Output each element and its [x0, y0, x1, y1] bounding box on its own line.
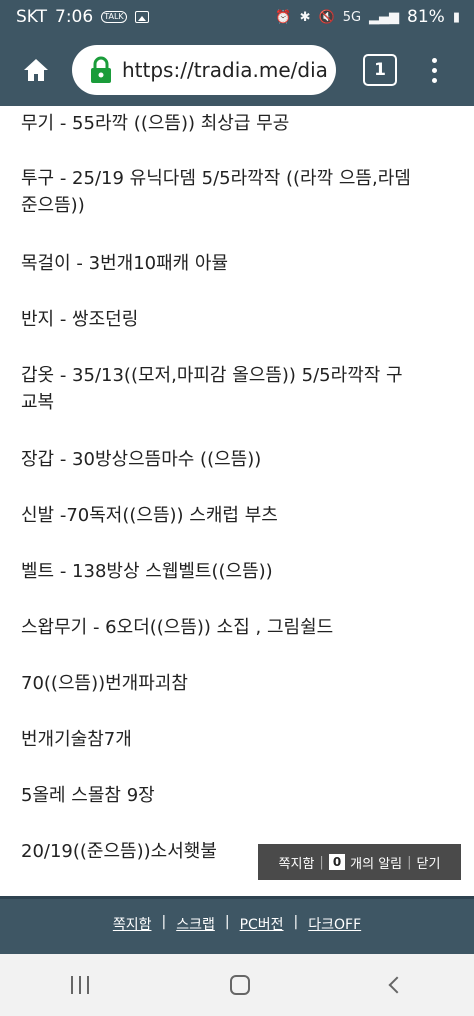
message-box-link[interactable]: 쪽지함 — [279, 853, 315, 872]
alarm-icon: ⏰ — [275, 9, 292, 25]
talk-notification-icon: TALK — [101, 11, 127, 23]
content-line: 신발 -70독저((으뜸)) 스캐럽 부츠 — [21, 505, 278, 526]
post-content: 무기 - 55라깍 ((으뜸)) 최상급 무공 투구 - 25/19 유닉다뎀 … — [0, 106, 474, 896]
tab-switcher-button[interactable]: 1 — [363, 54, 397, 86]
divider: | — [293, 914, 299, 930]
recent-apps-icon — [78, 976, 81, 994]
menu-button[interactable] — [419, 50, 449, 90]
url-text: https://tradia.me/dia — [122, 58, 328, 82]
back-button[interactable] — [388, 976, 406, 994]
recent-apps-icon — [86, 976, 89, 994]
content-line: 갑옷 - 35/13((모저,마피감 올으뜸)) 5/5라깍작 구 — [21, 365, 403, 386]
menu-dot-icon — [431, 57, 437, 63]
bluetooth-icon: ✱ — [299, 9, 311, 25]
notification-label[interactable]: 개의 알림 — [350, 853, 402, 872]
carrier-label: SKT — [16, 7, 48, 27]
clock: 7:06 — [55, 7, 94, 27]
network-type-icon: 5G — [342, 9, 362, 25]
content-line: 번개기술참7개 — [21, 729, 132, 750]
content-line: 준으뜸)) — [21, 195, 85, 216]
battery-level: 81% — [407, 7, 445, 27]
footer-link-dark-mode[interactable]: 다크OFF — [308, 914, 361, 954]
divider: | — [224, 914, 230, 930]
content-line: 스왑무기 - 6오더((으뜸)) 소집 , 그림쉴드 — [21, 617, 334, 638]
footer-link-messages[interactable]: 쪽지함 — [113, 914, 152, 954]
content-line: 무기 - 55라깍 ((으뜸)) 최상급 무공 — [21, 113, 290, 134]
lock-icon — [91, 56, 111, 83]
recent-apps-icon — [70, 976, 73, 994]
content-line: 장갑 - 30방상으뜸마수 ((으뜸)) — [21, 449, 262, 470]
content-line: 교복 — [21, 392, 55, 413]
home-icon — [24, 59, 48, 81]
content-line: 투구 - 25/19 유닉다뎀 5/5라깍작 ((라깍 으뜸,라뎀 — [21, 168, 411, 189]
status-bar: SKT 7:06 TALK ⏰ ✱ 🔇 5G ▂▄▆ 81% ▮ — [0, 0, 474, 34]
signal-icon: ▂▄▆ — [369, 9, 400, 25]
divider: | — [161, 914, 167, 930]
content-line: 70((으뜸))번개파괴참 — [21, 673, 188, 694]
image-notification-icon — [134, 11, 149, 23]
content-line: 반지 - 쌍조던링 — [21, 309, 139, 330]
menu-dot-icon — [431, 77, 437, 83]
notification-bar: 쪽지함 | 0 개의 알림 | 닫기 — [258, 844, 461, 880]
menu-dot-icon — [431, 67, 437, 73]
footer-link-pc-version[interactable]: PC버전 — [240, 914, 284, 954]
notification-count: 0 — [328, 854, 346, 870]
footer-link-scrap[interactable]: 스크랩 — [176, 914, 215, 954]
content-line: 5올레 스몰참 9장 — [21, 785, 155, 806]
divider: | — [407, 854, 412, 870]
address-bar[interactable]: https://tradia.me/dia — [72, 45, 336, 95]
browser-toolbar: https://tradia.me/dia 1 — [0, 34, 474, 106]
site-footer: 쪽지함 | 스크랩 | PC버전 | 다크OFF — [0, 896, 474, 954]
content-line: 목걸이 - 3번개10패캐 아뮬 — [21, 253, 229, 274]
content-line: 벨트 - 138방상 스웹벨트((으뜸)) — [21, 561, 273, 582]
mute-icon: 🔇 — [318, 9, 335, 25]
recent-apps-button[interactable] — [70, 976, 89, 994]
divider: | — [319, 854, 324, 870]
home-button[interactable] — [0, 34, 72, 106]
close-button[interactable]: 닫기 — [417, 853, 441, 872]
battery-icon: ▮ — [452, 9, 460, 25]
system-navigation-bar — [0, 954, 474, 1016]
system-home-button[interactable] — [229, 975, 250, 995]
